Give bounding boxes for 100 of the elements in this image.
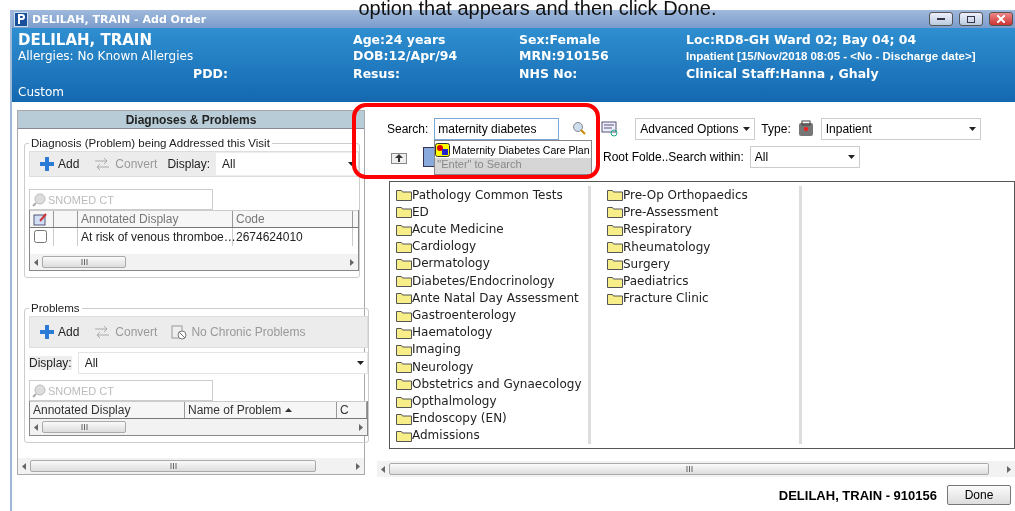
folder-item[interactable]: Admissions xyxy=(396,426,588,445)
caret-icon xyxy=(348,162,355,166)
folder-item[interactable]: Opthalmology xyxy=(396,392,588,410)
caret-icon xyxy=(357,361,364,365)
clinical-staff: Clinical Staff:Hanna , Ghaly xyxy=(686,66,880,83)
add-button[interactable]: Add xyxy=(36,157,84,171)
folder-item[interactable]: Dermatology xyxy=(396,254,588,272)
folder-icon xyxy=(396,411,412,425)
folder-item[interactable]: Cardiology xyxy=(396,237,588,255)
display-label: Display: xyxy=(167,157,211,171)
search-label: Search: xyxy=(387,122,429,136)
folder-icon xyxy=(396,291,412,305)
folder-icon xyxy=(607,222,623,236)
patient-mrn: MRN:910156 xyxy=(519,48,610,65)
folder-icon xyxy=(607,291,623,305)
folder-item[interactable]: ED xyxy=(396,203,588,221)
scroll-right-arrow-icon[interactable] xyxy=(359,423,363,431)
panel-title: Diagnoses & Problems xyxy=(18,111,364,129)
folder-item[interactable]: Fracture Clinic xyxy=(607,289,799,308)
advanced-options-dropdown[interactable]: Advanced Options xyxy=(635,118,756,140)
instruction-text: option that appears and then click Done. xyxy=(358,0,717,18)
caret-icon xyxy=(968,127,976,131)
folder-item[interactable]: Haematology xyxy=(396,323,588,341)
folder-icon xyxy=(396,325,412,339)
pdd-label: PDD: xyxy=(192,66,229,83)
display-dropdown[interactable]: All xyxy=(216,153,358,175)
folder-item[interactable]: Imaging xyxy=(396,340,588,359)
folder-item[interactable]: Neurology xyxy=(396,358,588,376)
folder-item[interactable]: Diabetes/Endocrinology xyxy=(396,272,588,290)
row-checkbox[interactable] xyxy=(34,230,47,243)
grip-icon xyxy=(685,466,693,472)
folder-item[interactable]: Rheumatology xyxy=(607,237,799,256)
folder-item[interactable]: Pre-Assessment xyxy=(607,203,799,221)
folder-item[interactable]: Obstetrics and Gynaecology xyxy=(396,375,588,393)
folder-item[interactable]: Ante Natal Day Assessment xyxy=(396,289,588,307)
maximize-button[interactable] xyxy=(959,12,983,26)
scroll-right-arrow-icon[interactable] xyxy=(1007,465,1011,473)
window-title: DELILAH, TRAIN - Add Order xyxy=(32,12,208,26)
folder-icon xyxy=(607,240,623,254)
folder-item[interactable]: Paediatrics xyxy=(607,272,799,290)
horizontal-scrollbar[interactable] xyxy=(377,461,1015,477)
minimize-button[interactable] xyxy=(929,12,953,26)
table-scrollbar[interactable] xyxy=(30,254,358,270)
plus-icon xyxy=(40,157,54,171)
scroll-left-arrow-icon[interactable] xyxy=(381,465,385,473)
folder-icon xyxy=(607,257,623,271)
scroll-left-arrow-icon[interactable] xyxy=(22,462,26,470)
column-header[interactable]: Annotated Display xyxy=(78,211,233,227)
folder-icon xyxy=(396,188,412,202)
folder-icon xyxy=(607,188,623,202)
search-within-dropdown[interactable]: All xyxy=(749,146,860,168)
close-button[interactable] xyxy=(989,12,1013,26)
folder-item[interactable]: Acute Medicine xyxy=(396,220,588,238)
column-header[interactable]: Code xyxy=(233,211,353,227)
medical-kit-icon xyxy=(796,120,815,138)
patient-id-text: DELILAH, TRAIN - 910156 xyxy=(778,487,937,503)
folder-item[interactable]: Gastroenterology xyxy=(396,306,588,324)
suggestion-item[interactable]: Maternity Diabetes Care Plan xyxy=(435,141,592,158)
folder-icon xyxy=(396,308,412,322)
folder-icon xyxy=(607,205,623,219)
type-dropdown[interactable]: Inpatient xyxy=(820,118,981,140)
scroll-right-arrow-icon[interactable] xyxy=(350,258,354,266)
table-scrollbar[interactable] xyxy=(30,419,367,435)
done-button[interactable]: Done xyxy=(947,485,1011,505)
scroll-left-arrow-icon[interactable] xyxy=(34,423,38,431)
panel-scrollbar[interactable] xyxy=(18,458,364,474)
folder-icon xyxy=(396,377,412,391)
folder-icon xyxy=(396,428,412,442)
folder-item[interactable]: Respiratory xyxy=(607,220,799,238)
folder-item[interactable]: Endoscopy (EN) xyxy=(396,409,588,427)
column-header[interactable]: C xyxy=(337,402,367,418)
convert-arrows-icon xyxy=(93,326,112,338)
grip-icon xyxy=(169,463,177,469)
scroll-right-arrow-icon[interactable] xyxy=(356,462,360,470)
type-label: Type: xyxy=(761,122,791,136)
folder-icon xyxy=(396,205,412,219)
folder-item[interactable]: Surgery xyxy=(607,255,799,273)
folder-item[interactable]: Pathology Common Tests xyxy=(396,186,588,204)
column-header[interactable]: Annotated Display xyxy=(30,402,185,418)
scroll-left-arrow-icon[interactable] xyxy=(34,258,38,266)
care-plan-icon xyxy=(435,142,451,157)
search-within-label: Root Folde..Search within: xyxy=(603,150,744,164)
search-icon[interactable] xyxy=(571,121,588,137)
display-dropdown[interactable]: All xyxy=(77,352,368,374)
maximize-icon xyxy=(967,15,975,23)
display-label: Display: xyxy=(29,356,72,370)
plus-icon xyxy=(40,325,54,339)
sort-arrow-icon xyxy=(285,408,293,412)
patient-dob: DOB:12/Apr/94 xyxy=(353,48,459,65)
patient-age: Age:24 years xyxy=(353,32,447,48)
folder-icon xyxy=(396,239,412,253)
column-header[interactable]: Name of Problem xyxy=(185,402,337,418)
folder-item[interactable]: Pre-Op Orthopaedics xyxy=(607,186,799,204)
patient-name: DELILAH, TRAIN xyxy=(18,32,153,48)
add-button[interactable]: Add xyxy=(36,325,84,339)
convert-arrows-icon xyxy=(93,158,112,170)
folder-up-icon[interactable] xyxy=(391,150,407,164)
minimize-icon xyxy=(937,17,945,21)
folder-icon xyxy=(396,342,412,356)
search-input[interactable]: maternity diabetes xyxy=(434,118,560,140)
